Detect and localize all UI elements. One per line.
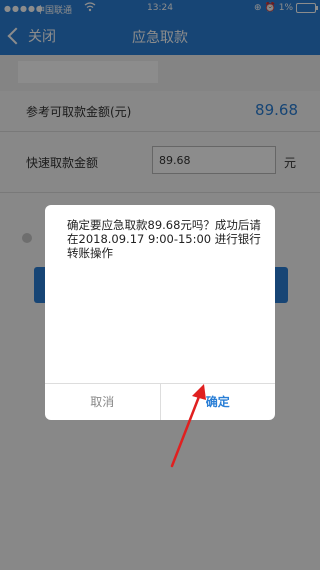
dialog-message: 确定要应急取款89.68元吗？成功后请在2018.09.17 9:00-15:0… [67,218,261,260]
annotation-arrow-icon [170,384,206,468]
cancel-button[interactable]: 取消 [45,384,161,420]
